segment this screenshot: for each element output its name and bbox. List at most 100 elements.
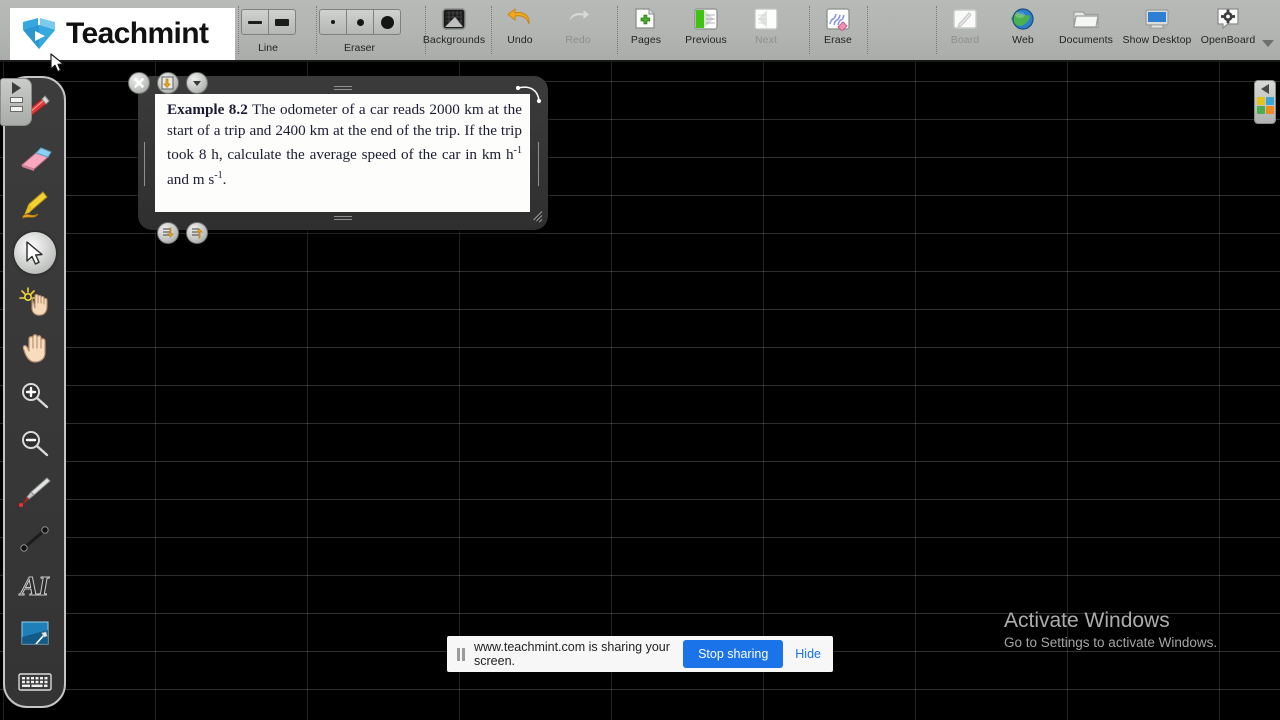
right-palette-handle[interactable] <box>1254 80 1276 124</box>
grip-left[interactable] <box>142 142 150 186</box>
tool-capture[interactable] <box>7 611 63 659</box>
teachmint-logo: Teachmint <box>10 8 235 60</box>
grip-bottom[interactable] <box>332 214 354 222</box>
web-button[interactable]: Web <box>994 0 1052 62</box>
object-layer-up-button[interactable] <box>186 222 208 244</box>
tool-eraser[interactable] <box>7 134 63 182</box>
layer-up-icon <box>192 228 203 239</box>
line-group-label: Line <box>258 42 278 54</box>
object-close-button[interactable] <box>128 72 150 94</box>
erase-icon <box>823 5 853 33</box>
pages-icon <box>631 5 661 33</box>
toolbar-group-pages: Pages Previous Next <box>617 0 795 62</box>
right-panel-swatches[interactable] <box>1256 97 1274 114</box>
board-label: Board <box>950 34 980 46</box>
web-icon <box>1008 5 1038 33</box>
gear-icon <box>1213 5 1243 33</box>
show-desktop-button[interactable]: Show Desktop <box>1120 0 1194 62</box>
document-object[interactable]: Example 8.2 The odometer of a car reads … <box>128 72 548 244</box>
swatch-yellow[interactable] <box>1256 97 1265 105</box>
teachmint-book-icon <box>23 18 55 49</box>
openboard-window: Line Eraser Backgrounds Undo Redo Pages … <box>0 0 1280 720</box>
eraser-group-label: Eraser <box>344 42 375 54</box>
pages-button[interactable]: Pages <box>617 0 675 62</box>
hand-icon <box>22 334 46 363</box>
backgrounds-label: Backgrounds <box>422 34 486 46</box>
redo-icon <box>563 5 593 33</box>
toolbar-group-history: Undo Redo <box>491 0 607 62</box>
pause-icon <box>457 647 465 661</box>
flyout-arrow-icon <box>11 82 21 94</box>
board-button[interactable]: Board <box>936 0 994 62</box>
previous-button[interactable]: Previous <box>675 0 737 62</box>
unit-sup-1: -1 <box>513 145 522 157</box>
redo-button[interactable]: Redo <box>549 0 607 62</box>
tool-hand[interactable] <box>7 324 63 372</box>
grip-top[interactable] <box>332 84 354 92</box>
documents-button[interactable]: Documents <box>1052 0 1120 62</box>
eraser-small-button[interactable] <box>319 9 347 35</box>
pen-properties-flyout[interactable] <box>0 78 32 126</box>
toolbar-right-spacer <box>867 0 936 62</box>
layer-down-icon <box>163 227 174 238</box>
tool-line[interactable] <box>7 515 63 563</box>
show-desktop-label: Show Desktop <box>1122 34 1192 46</box>
backgrounds-button[interactable]: Backgrounds <box>422 0 486 62</box>
tool-virtual-keyboard[interactable] <box>7 658 63 706</box>
flyout-option-1[interactable] <box>9 97 23 103</box>
tool-marker[interactable] <box>7 181 63 229</box>
swatch-blue[interactable] <box>1265 97 1274 105</box>
tool-zoom-in[interactable] <box>7 372 63 420</box>
tool-interact[interactable] <box>7 277 63 325</box>
openboard-button[interactable]: OpenBoard <box>1194 0 1262 62</box>
line-thin-button[interactable] <box>241 9 269 35</box>
object-menu-button[interactable] <box>186 72 208 94</box>
zoom-out-icon <box>21 430 48 456</box>
marker-icon <box>22 191 48 219</box>
erase-button[interactable]: Erase <box>809 0 867 62</box>
toolbar-group-modes: Board Web Documents Show Desktop OpenBoa… <box>936 0 1262 62</box>
object-resize-handle[interactable] <box>526 208 543 224</box>
keyboard-icon <box>17 673 52 691</box>
pages-label: Pages <box>630 34 662 46</box>
toolbar-group-backgrounds: Backgrounds <box>422 0 486 62</box>
openboard-label: OpenBoard <box>1200 34 1256 46</box>
laser-pointer-icon <box>18 477 51 508</box>
example-text: Example 8.2 The odometer of a car reads … <box>167 100 522 191</box>
duplicate-icon <box>161 76 174 90</box>
toolbar-group-eraser: Eraser <box>316 0 403 62</box>
eraser-medium-button[interactable] <box>346 9 374 35</box>
redo-label: Redo <box>565 34 591 46</box>
line-tool-icon <box>19 526 49 552</box>
board-icon <box>950 5 980 33</box>
next-icon <box>751 5 781 33</box>
unit-sup-2: -1 <box>214 169 223 181</box>
object-rotate-handle[interactable] <box>516 84 546 110</box>
tool-text[interactable]: AI <box>7 563 63 611</box>
example-label: Example 8.2 <box>167 101 248 118</box>
previous-icon <box>691 5 721 33</box>
stop-sharing-button[interactable]: Stop sharing <box>683 640 784 668</box>
close-icon <box>134 78 144 88</box>
line-thick-button[interactable] <box>268 9 296 35</box>
object-duplicate-button[interactable] <box>157 72 179 94</box>
tool-zoom-out[interactable] <box>7 420 63 468</box>
object-layer-down-button[interactable] <box>157 222 179 244</box>
next-button[interactable]: Next <box>737 0 795 62</box>
hide-share-bar-button[interactable]: Hide <box>791 640 833 668</box>
previous-label: Previous <box>685 34 727 46</box>
toolbar-group-line: Line <box>238 0 298 62</box>
swatch-green[interactable] <box>1256 106 1265 114</box>
swatch-orange[interactable] <box>1265 106 1274 114</box>
teachmint-logo-text: Teachmint <box>66 17 209 50</box>
collapse-arrow-icon <box>1261 84 1269 94</box>
example-body-mid: and m s <box>167 170 215 188</box>
tool-laser-pointer[interactable] <box>7 468 63 516</box>
eraser-large-button[interactable] <box>373 9 401 35</box>
undo-button[interactable]: Undo <box>491 0 549 62</box>
toolbar-group-erase: Erase <box>809 0 867 62</box>
tool-selector[interactable] <box>7 229 63 277</box>
flyout-option-2[interactable] <box>9 106 23 112</box>
toolbar-overflow-arrow[interactable] <box>1262 39 1274 47</box>
grip-right[interactable] <box>536 142 544 186</box>
